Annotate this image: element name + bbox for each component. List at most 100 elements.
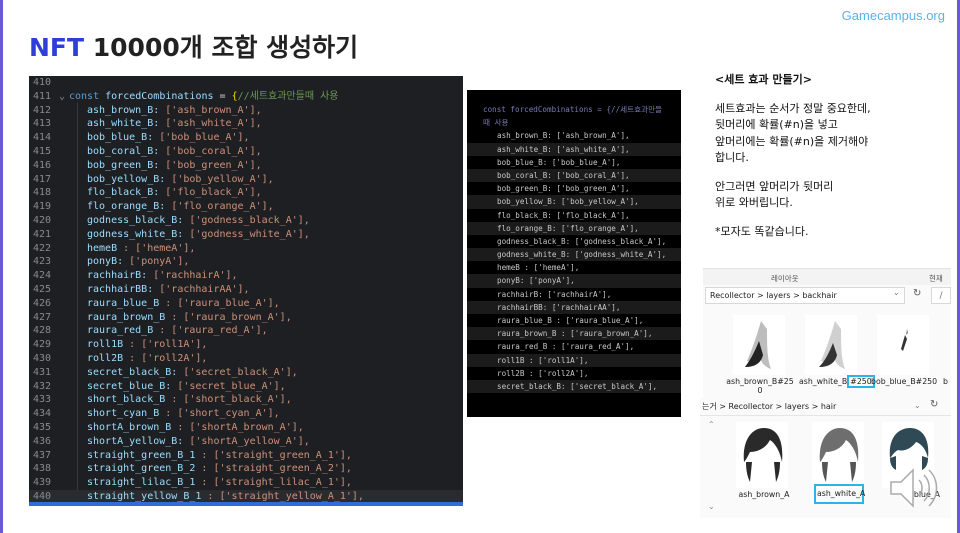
editor-line[interactable]: 426 raura_blue_B : ['raura_blue_A'], [29,297,463,311]
object-key: bob_blue_B: [87,132,154,144]
editor-line[interactable]: 424 rachhairB: ['rachhairA'], [29,269,463,283]
notes-p1-line1: 세트효과는 순서가 정말 중요한데, [715,101,871,115]
editor-line[interactable]: 413 ash_white_B: ['ash_white_A'], [29,117,463,131]
editor-line[interactable]: 433 short_black_B : ['short_black_A'], [29,393,463,407]
object-value: ['secret_blue_A'], [177,380,286,392]
file-thumb-bob-blue-b[interactable] [877,315,929,375]
snippet-line: raura_blue_B : ['raura_blue_A'], [497,316,644,325]
editor-line[interactable]: 434 short_cyan_B : ['short_cyan_A'], [29,407,463,421]
speaker-icon[interactable] [887,466,939,510]
editor-line[interactable]: 420 godness_black_B: ['godness_black_A'], [29,214,463,228]
object-key: godness_black_B: [87,214,184,226]
editor-lines: 410 411 ⌄ const forcedCombinations = {//세트효… [29,76,463,504]
editor-line[interactable]: 422 hemeB : ['hemeA'], [29,242,463,256]
line-number: 421 [33,228,52,240]
object-key: rachhairB: [87,270,148,282]
editor-scrollbar[interactable] [29,502,463,506]
hair-image-icon [901,329,908,351]
file-name-line2: 0 [757,386,763,395]
file-thumb-ash-white-b[interactable] [805,315,857,375]
notes-heading: <세트 효과 만들기> [715,73,812,86]
object-key: bob_yellow_B: [87,173,166,185]
object-key: straight_green_B_2 [87,463,196,475]
editor-line[interactable]: 411 ⌄ const forcedCombinations = {//세트효과만들… [29,90,463,104]
hair-image-icon [819,428,859,482]
object-value: : ['straight_lilac_A_1'], [201,477,352,489]
tab-layout[interactable]: 레이아웃 [771,273,799,284]
object-key: secret_blue_B: [87,380,172,392]
object-key: shortA_yellow_B: [87,435,184,447]
object-key: godness_white_B: [87,228,184,240]
code-text: short_black_B : ['short_black_A'], [87,393,292,407]
editor-line[interactable]: 437 straight_green_B_1 : ['straight_green… [29,449,463,463]
editor-line[interactable]: 431 secret_black_B: ['secret_black_A'], [29,366,463,380]
file-name-prefix: ash_white_B [799,377,848,386]
object-key: raura_blue_B [87,297,160,309]
editor-line[interactable]: 430 roll2B : ['roll2A'], [29,352,463,366]
editor-line[interactable]: 429 roll1B : ['roll1A'], [29,338,463,352]
editor-line[interactable]: 432 secret_blue_B: ['secret_blue_A'], [29,380,463,394]
snippet-line: rachhairB: ['rachhairA'], [497,289,612,299]
editor-line[interactable]: 436 shortA_yellow_B: ['shortA_yellow_A'], [29,435,463,449]
editor-line[interactable]: 418 flo_black_B: ['flo_black_A'], [29,186,463,200]
editor-line[interactable]: 414 bob_blue_B: ['bob_blue_A'], [29,131,463,145]
editor-line[interactable]: 410 [29,76,463,90]
editor-line[interactable]: 412 ash_brown_B: ['ash_brown_A'], [29,104,463,118]
fold-chevron-icon[interactable]: ⌄ [59,90,65,104]
editor-line[interactable]: 425 rachhairBB: ['rachhairAA'], [29,283,463,297]
line-number: 422 [33,242,52,254]
notes-paragraph-2: 안그러면 앞머리가 뒷머리 위로 와버립니다. [715,179,945,212]
line-number: 433 [33,394,52,406]
editor-line[interactable]: 438 straight_green_B_2 : ['straight_green… [29,462,463,476]
code-text: bob_blue_B: ['bob_blue_A'], [87,131,250,145]
file-thumb-ash-brown-a[interactable] [736,422,788,488]
refresh-icon[interactable]: ↻ [930,399,938,410]
file-thumb-ash-white-a[interactable] [812,422,864,488]
code-text: hemeB : ['hemeA'], [87,242,195,256]
editor-line[interactable]: 421 godness_white_B: ['godness_white_A'], [29,228,463,242]
refresh-icon[interactable]: ↻ [913,288,921,299]
editor-line[interactable]: 419 flo_orange_B: ['flo_orange_A'], [29,200,463,214]
code-text: rachhairB: ['rachhairA'], [87,269,238,283]
object-value: : ['raura_blue_A'], [165,297,280,309]
snippet-lines: ash_brown_B: ['ash_brown_A'], ash_white_B… [467,129,681,394]
object-value: ['ash_white_A'], [165,118,262,130]
line-number: 423 [33,256,52,268]
snippet-line: rachhairBB: ['rachhairAA'], [467,300,681,314]
address-bar: 는거 > Recollector > layers > hair ⌄ ↻ [700,398,951,416]
scroll-down-icon[interactable]: ⌄ [708,502,715,511]
object-key: short_cyan_B [87,408,160,420]
object-value: : ['raura_red_A'], [159,325,268,337]
editor-line[interactable]: 428 raura_red_B : ['raura_red_A'], [29,324,463,338]
file-thumb-ash-brown-b[interactable] [733,315,785,375]
snippet-line: flo_black_B: ['flo_black_A'], [497,210,630,220]
snippet-line: bob_coral_B: ['bob_coral_A'], [467,168,681,183]
code-snippet-panel: const forcedCombinations = {//세트효과만들 때 사… [467,90,681,417]
file-label-ash-white-b: ash_white_B #250 [799,375,875,388]
snippet-line: godness_black_B: ['godness_black_A'], [497,236,667,246]
editor-line[interactable]: 417 bob_yellow_B: ['bob_yellow_A'], [29,173,463,187]
code-editor[interactable]: 410 411 ⌄ const forcedCombinations = {//세트효… [29,76,463,506]
address-path[interactable]: Recollector > layers > backhair [705,287,905,304]
editor-line[interactable]: 416 bob_green_B: ['bob_green_A'], [29,159,463,173]
editor-line[interactable]: 427 raura_brown_B : ['raura_brown_A'], [29,311,463,325]
search-box[interactable]: / [931,287,951,304]
editor-line[interactable]: 435 shortA_brown_B : ['shortA_brown_A'], [29,421,463,435]
file-label-ash-brown-b: ash_brown_B#25 0 [725,377,795,395]
snippet-header-2: 때 사용 [483,118,509,128]
editor-line[interactable]: 415 bob_coral_B: ['bob_coral_A'], [29,145,463,159]
scroll-up-icon[interactable]: ⌃ [708,420,715,429]
notes-p1-line2: 뒷머리에 확률(#n)을 넣고 [715,118,838,131]
title-rest: 10000개 조합 생성하기 [84,33,359,62]
line-number: 435 [33,421,52,433]
code-text: ash_brown_B: ['ash_brown_A'], [87,104,262,118]
editor-line[interactable]: 423 ponyB: ['ponyA'], [29,255,463,269]
object-value: ['bob_blue_A'], [159,132,250,144]
chevron-down-icon[interactable]: ⌄ [914,401,921,410]
object-value: : ['straight_green_A_1'], [201,449,352,461]
address-path[interactable]: 는거 > Recollector > layers > hair [702,401,836,412]
object-key: straight_lilac_B_1 [87,477,196,489]
editor-line[interactable]: 439 straight_lilac_B_1 : ['straight_lilac… [29,476,463,490]
chevron-down-icon[interactable]: ⌄ [893,288,900,297]
tab-current[interactable]: 현재 [929,273,943,284]
